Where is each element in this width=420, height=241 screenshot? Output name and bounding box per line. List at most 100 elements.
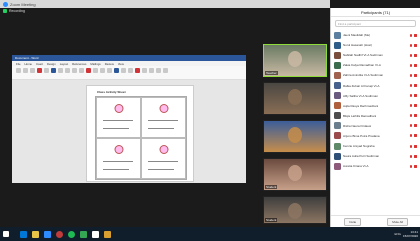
- word-tab[interactable]: Insert: [36, 62, 43, 66]
- participant-item[interactable]: Kenzie Arsyad Nugraha: [334, 141, 417, 151]
- ribbon-button-icon[interactable]: [72, 68, 77, 73]
- word-tab[interactable]: References: [72, 62, 86, 66]
- participant-name: Bilqis Lathifa Ramadhani: [343, 113, 377, 118]
- participant-avatar: [334, 71, 341, 79]
- video-off-icon: [414, 164, 417, 168]
- participants-list: Jaeni Maulidah (Me) Nurul Hasanah (Host) N…: [331, 30, 420, 171]
- mic-muted-icon: [409, 114, 412, 118]
- participant-video-figure: [288, 89, 302, 105]
- participant-avatar: [334, 61, 341, 69]
- video-tile[interactable]: Student: [263, 196, 327, 224]
- taskbar-app-icon[interactable]: [92, 230, 99, 238]
- ribbon-button-icon[interactable]: [51, 68, 56, 73]
- video-off-icon: [414, 73, 417, 77]
- mute-all-button[interactable]: Mute All: [387, 217, 408, 226]
- windows-start-icon[interactable]: [3, 231, 9, 237]
- ribbon-button-icon[interactable]: [135, 68, 140, 73]
- ribbon-button-icon[interactable]: [107, 68, 112, 73]
- participant-item[interactable]: Bilqis Lathifa Ramadhani: [334, 111, 417, 121]
- taskbar-app-icon[interactable]: [56, 230, 63, 238]
- video-off-icon: [414, 104, 417, 108]
- ribbon-button-icon[interactable]: [44, 68, 49, 73]
- ribbon-button-icon[interactable]: [79, 68, 84, 73]
- participant-item[interactable]: Arjuno Bima Putra Pradana: [334, 131, 417, 141]
- video-tile[interactable]: [263, 120, 327, 153]
- clock-date: 15/07/2020: [402, 234, 418, 238]
- word-tab[interactable]: Mailings: [90, 62, 100, 66]
- participant-item[interactable]: Nurul Hasanah (Host): [334, 40, 417, 50]
- participant-name: Nurul Hasanah (Host): [343, 43, 373, 48]
- taskbar-app-icon[interactable]: [68, 230, 75, 238]
- invite-button[interactable]: Invite: [344, 217, 362, 226]
- taskbar-app-icon[interactable]: [104, 230, 111, 238]
- participant-avatar: [334, 142, 341, 150]
- word-tab[interactable]: Layout: [60, 62, 68, 66]
- ribbon-button-icon[interactable]: [121, 68, 126, 73]
- mic-muted-icon: [409, 84, 412, 88]
- shared-screen-word[interactable]: Document - Word File Home Insert Design Layo…: [12, 55, 246, 183]
- participant-item[interactable]: Rafka Zubair Al Faruqi VI-A: [334, 80, 417, 90]
- participant-avatar: [334, 152, 341, 160]
- participant-item[interactable]: Naura Aulia Putri Sudirman: [334, 151, 417, 161]
- word-tab[interactable]: Review: [105, 62, 114, 66]
- ribbon-button-icon[interactable]: [149, 68, 154, 73]
- word-tab[interactable]: Home: [25, 62, 32, 66]
- participant-name: Risha Naura Firdausi: [343, 123, 372, 128]
- ribbon-button-icon[interactable]: [156, 68, 161, 73]
- video-off-icon: [414, 43, 417, 47]
- word-tab[interactable]: View: [118, 62, 124, 66]
- participant-name: Arjuno Bima Putra Pradana: [343, 133, 380, 138]
- video-off-icon: [414, 134, 417, 138]
- ribbon-button-icon[interactable]: [65, 68, 70, 73]
- participant-avatar: [334, 132, 341, 140]
- ribbon-button-icon[interactable]: [142, 68, 147, 73]
- participant-search-input[interactable]: Find a participant: [335, 20, 416, 27]
- participant-item[interactable]: Jaeni Maulidah (Me): [334, 30, 417, 40]
- taskbar-app-icon[interactable]: [32, 230, 39, 238]
- mic-muted-icon: [409, 164, 412, 168]
- video-off-icon: [414, 124, 417, 128]
- text-line: [148, 169, 174, 170]
- ribbon-button-icon[interactable]: [114, 68, 119, 73]
- worksheet-cell: [141, 138, 186, 179]
- participant-item[interactable]: Alfiy Saliha VI-A Sudirman: [334, 91, 417, 101]
- text-line: [103, 169, 129, 170]
- taskbar-app-icon[interactable]: [44, 230, 51, 238]
- clock[interactable]: 13:41 15/07/2020: [403, 230, 418, 238]
- language-indicator[interactable]: ENG: [394, 232, 401, 236]
- zoom-logo-icon: [3, 1, 8, 7]
- video-tile[interactable]: Student: [263, 158, 327, 191]
- ribbon-button-icon[interactable]: [23, 68, 28, 73]
- ribbon-button-icon[interactable]: [93, 68, 98, 73]
- participant-video-figure: [288, 165, 302, 181]
- ribbon-button-icon[interactable]: [30, 68, 35, 73]
- ribbon-button-icon[interactable]: [163, 68, 168, 73]
- ribbon-button-icon[interactable]: [128, 68, 133, 73]
- ribbon-button-icon[interactable]: [16, 68, 21, 73]
- word-tab[interactable]: Design: [47, 62, 56, 66]
- video-tile[interactable]: [263, 82, 327, 115]
- participant-name: Aqila Rasya Rachmadzani: [343, 103, 379, 108]
- participant-item[interactable]: Risha Naura Firdausi: [334, 121, 417, 131]
- mic-muted-icon: [409, 124, 412, 128]
- participant-name: Naura Aulia Putri Sudirman: [343, 154, 380, 159]
- participant-item[interactable]: Aurelia Kirana VI-A: [334, 161, 417, 171]
- video-tile[interactable]: Teacher: [263, 44, 327, 77]
- video-off-icon: [414, 33, 417, 37]
- worksheet-cell: [96, 97, 141, 138]
- ribbon-button-icon[interactable]: [100, 68, 105, 73]
- taskbar-app-icon[interactable]: [20, 230, 27, 238]
- word-tab[interactable]: File: [16, 62, 21, 66]
- ribbon-button-icon[interactable]: [58, 68, 63, 73]
- taskbar-app-icon[interactable]: [80, 230, 87, 238]
- participant-item[interactable]: Aqila Rasya Rachmadzani: [334, 101, 417, 111]
- participant-name: Jaeni Maulidah (Me): [343, 33, 371, 38]
- mic-muted-icon: [409, 63, 412, 67]
- ribbon-button-icon[interactable]: [86, 68, 91, 73]
- text-line: [148, 128, 174, 129]
- participant-item[interactable]: Zakia Kalya Ramadhan VI-A: [334, 60, 417, 70]
- ribbon-button-icon[interactable]: [37, 68, 42, 73]
- participant-item[interactable]: Nabilah Nadhif VI-A Sudirman: [334, 50, 417, 60]
- mic-muted-icon: [409, 104, 412, 108]
- participant-item[interactable]: Zahira Anindita VI-A Sudirman: [334, 70, 417, 80]
